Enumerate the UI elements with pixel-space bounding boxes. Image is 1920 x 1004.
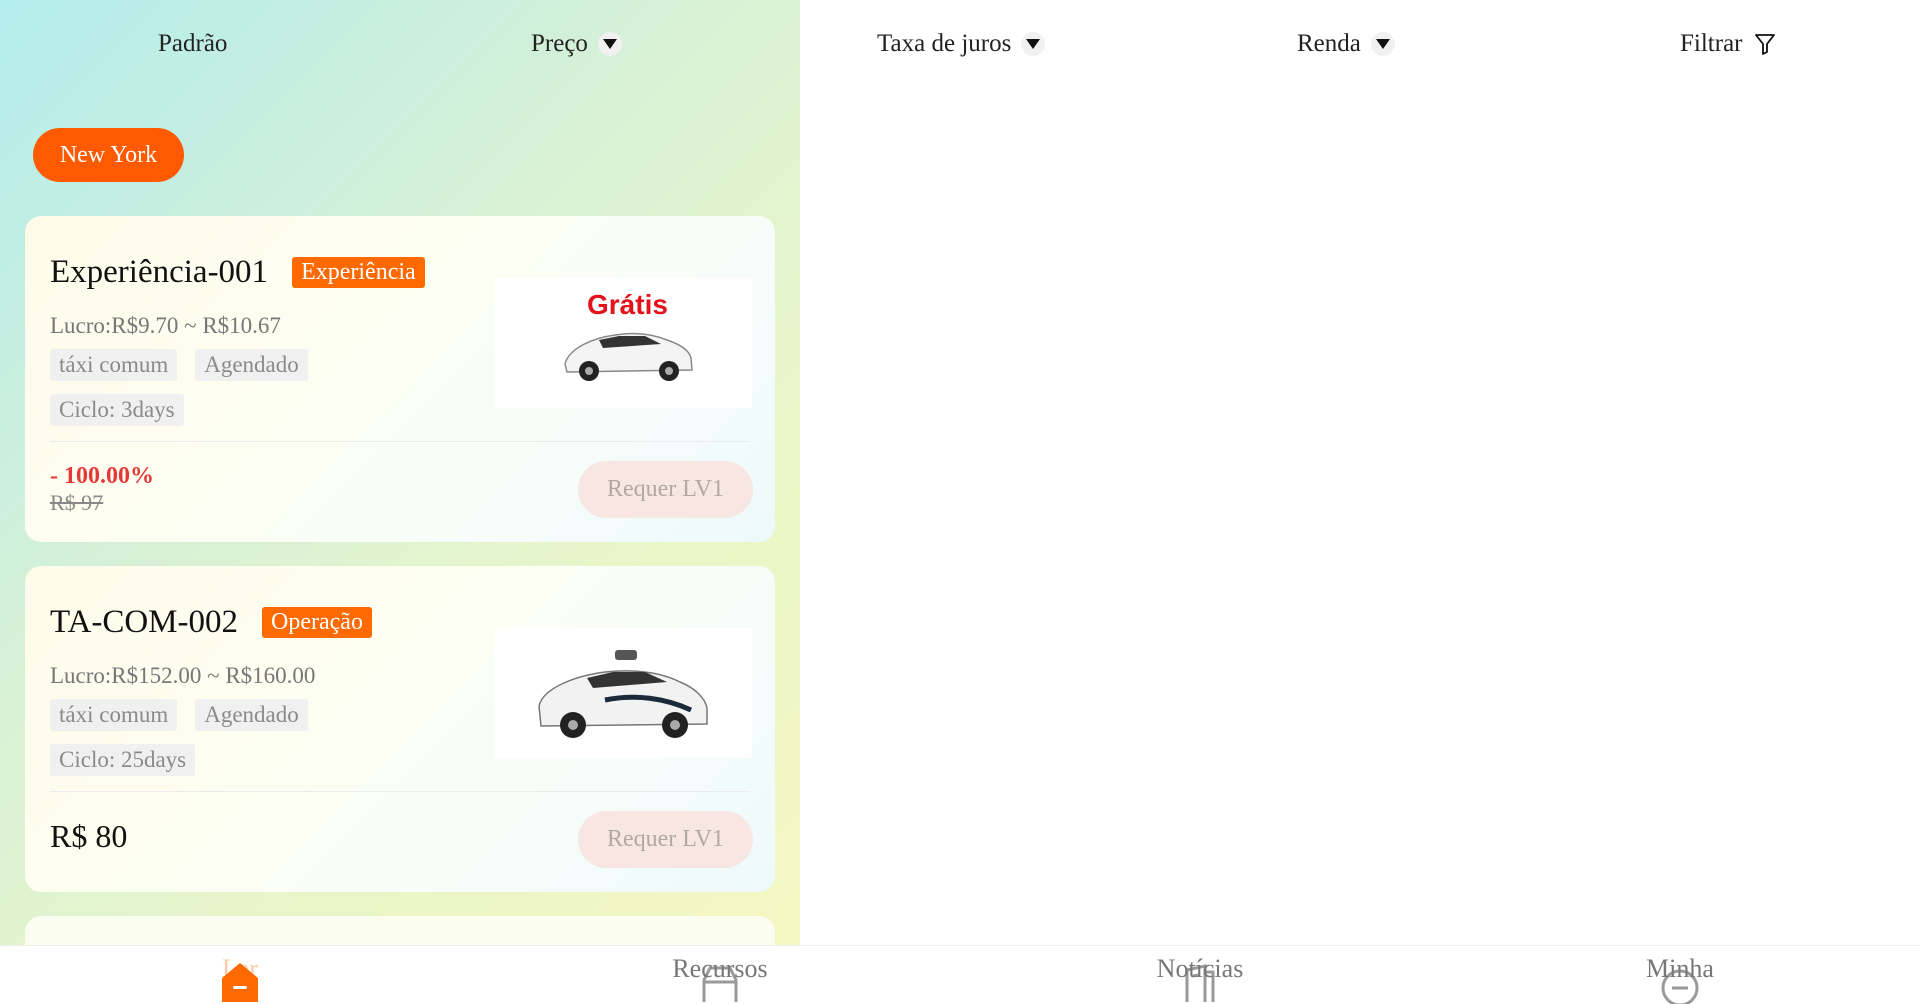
caret-down-icon	[1021, 32, 1046, 56]
caret-down-icon	[597, 32, 622, 56]
product-cycle: Ciclo: 3days	[50, 394, 184, 426]
nav-mine-label: Minha	[1646, 954, 1714, 983]
product-profit: Lucro:R$152.00 ~ R$160.00	[50, 663, 316, 688]
product-price: R$ 80	[50, 818, 128, 854]
product-cycle-row: Ciclo: 3days	[50, 394, 184, 426]
nav-home-label: Lar	[221, 954, 259, 983]
filter-icon	[1754, 34, 1775, 55]
sort-price[interactable]: Preço	[531, 30, 622, 58]
car-image: Grátis	[564, 289, 693, 381]
product-tag: Agendado	[195, 349, 308, 381]
product-badge: Operação	[262, 607, 372, 638]
sort-income-label: Renda	[1297, 30, 1361, 57]
sort-interest-rate-label: Taxa de juros	[877, 30, 1012, 57]
filter-label: Filtrar	[1680, 30, 1743, 57]
sort-income[interactable]: Renda	[1297, 30, 1395, 58]
nav-news-label: Notícias	[1156, 954, 1244, 983]
product-image	[495, 628, 752, 758]
product-tag: táxi comum	[50, 349, 178, 381]
product-card[interactable]: TA-COM-002 Operação Lucro:R$152.00 ~ R$1…	[25, 566, 775, 892]
sort-default[interactable]: Padrão	[158, 30, 227, 58]
free-label: Grátis	[587, 289, 668, 320]
sort-interest-rate[interactable]: Taxa de juros	[877, 30, 1046, 58]
product-image: Grátis	[495, 278, 752, 408]
product-discount: - 100.00%	[50, 463, 154, 489]
nav-resources-label: Recursos	[672, 954, 768, 983]
require-level-label: Requer LV1	[606, 476, 725, 502]
nav-resources[interactable]: Recursos	[620, 946, 820, 1002]
city-filter-chip[interactable]: New York	[33, 128, 184, 182]
product-profit: Lucro:R$9.70 ~ R$10.67	[50, 313, 281, 338]
sort-default-label: Padrão	[158, 30, 228, 57]
product-tag: táxi comum	[50, 699, 178, 731]
product-tags: táxi comum Agendado	[50, 349, 308, 381]
product-tags: táxi comum Agendado	[50, 699, 308, 731]
product-title-row: TA-COM-002 Operação	[50, 604, 372, 641]
require-level-label: Requer LV1	[606, 826, 725, 852]
nav-mine[interactable]: Minha	[1580, 946, 1780, 1004]
card-divider	[50, 791, 750, 792]
product-badge: Experiência	[292, 257, 425, 288]
caret-down-icon	[1370, 32, 1395, 56]
car-image	[538, 650, 708, 738]
product-cycle: Ciclo: 25days	[50, 744, 196, 776]
city-filter-label: New York	[59, 141, 158, 168]
bottom-nav: Lar Recursos Notícias Minha	[0, 945, 1920, 1004]
sort-bar: Padrão Preço Taxa de juros Renda Filtrar	[0, 0, 1920, 94]
nav-news[interactable]: Notícias	[1100, 946, 1300, 1002]
product-cycle-row: Ciclo: 25days	[50, 744, 196, 776]
product-name: Experiência-001	[50, 254, 269, 290]
require-level-button[interactable]: Requer LV1	[578, 461, 753, 518]
product-card[interactable]: Experiência-001 Experiência Lucro:R$9.70…	[25, 216, 775, 542]
product-tag: Agendado	[195, 699, 308, 731]
sort-price-label: Preço	[531, 30, 588, 57]
require-level-button[interactable]: Requer LV1	[578, 811, 753, 868]
product-title-row: Experiência-001 Experiência	[50, 254, 425, 291]
nav-home[interactable]: Lar	[140, 946, 340, 1002]
filter-button[interactable]: Filtrar	[1680, 30, 1777, 58]
product-original-price: R$ 97	[50, 490, 104, 515]
card-divider	[50, 441, 750, 442]
product-name: TA-COM-002	[50, 604, 239, 640]
